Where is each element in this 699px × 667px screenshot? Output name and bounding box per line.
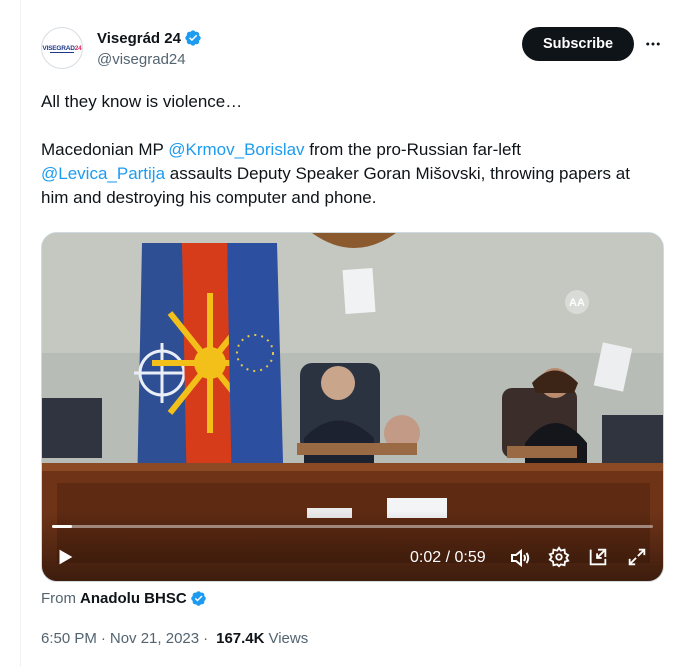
- author-display-name[interactable]: Visegrád 24: [97, 30, 181, 47]
- video-time-display: 0:02 / 0:59: [410, 549, 486, 566]
- verified-badge-icon: [190, 591, 206, 606]
- tweet-card: VISEGRAD24 Visegrád 24 @visegrad24 Subsc…: [20, 0, 699, 667]
- video-source-attribution: From Anadolu BHSC: [41, 590, 207, 607]
- avatar-logo-text: VISEGRAD24: [42, 44, 82, 52]
- author-name-row: Visegrád 24: [97, 29, 202, 47]
- source-account-link[interactable]: Anadolu BHSC: [80, 590, 187, 607]
- subscribe-button[interactable]: Subscribe: [522, 27, 634, 61]
- tweet-date[interactable]: Nov 21, 2023: [110, 630, 199, 647]
- avatar[interactable]: VISEGRAD24: [41, 27, 83, 69]
- fullscreen-icon[interactable]: [626, 546, 648, 568]
- svg-text:AA: AA: [569, 297, 585, 309]
- video-progress-bar[interactable]: [52, 525, 653, 528]
- settings-gear-icon[interactable]: [548, 546, 570, 568]
- video-current-time: 0:02: [410, 549, 442, 566]
- tweet-text: All they know is violence… Macedonian MP…: [41, 90, 661, 234]
- picture-in-picture-icon[interactable]: [587, 546, 609, 568]
- tweet-metadata: 6:50 PM · Nov 21, 2023 · 167.4K Views: [41, 630, 309, 647]
- tweet-line-1: All they know is violence…: [41, 92, 243, 111]
- avatar-logo-underline: [50, 52, 74, 53]
- author-handle[interactable]: @visegrad24: [97, 51, 186, 68]
- views-count: 167.4K: [216, 630, 265, 647]
- video-duration: 0:59: [454, 549, 486, 566]
- anadolu-watermark-logo: AA: [565, 290, 589, 314]
- play-icon[interactable]: [54, 546, 76, 568]
- video-player[interactable]: AA 0:02 / 0:59: [41, 232, 664, 582]
- mention-link[interactable]: @Krmov_Borislav: [168, 140, 304, 159]
- views-label: Views: [268, 630, 309, 647]
- tweet-time[interactable]: 6:50 PM: [41, 630, 97, 647]
- verified-badge-icon[interactable]: [184, 29, 202, 47]
- tweet-paragraph-2: Macedonian MP @Krmov_Borislav from the p…: [41, 140, 630, 207]
- more-options-icon[interactable]: [641, 32, 665, 56]
- video-progress-fill: [52, 525, 73, 528]
- volume-icon[interactable]: [508, 546, 532, 570]
- mention-link[interactable]: @Levica_Partija: [41, 164, 165, 183]
